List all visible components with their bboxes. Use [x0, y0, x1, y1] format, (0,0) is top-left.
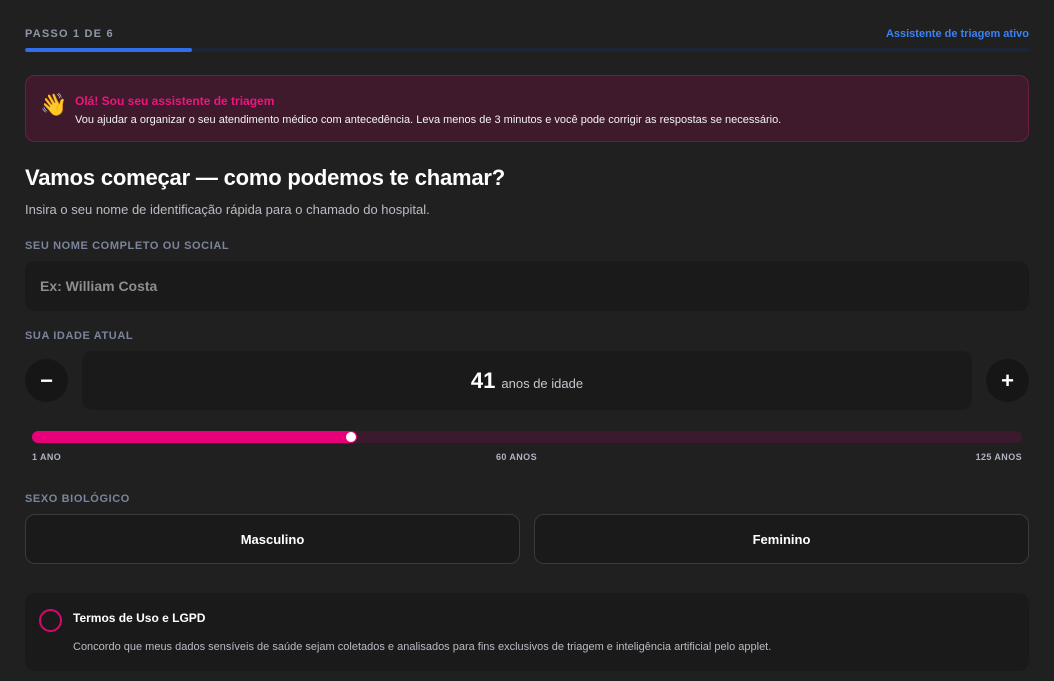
sex-option-feminino[interactable]: Feminino — [534, 514, 1029, 564]
sex-field-label: SEXO BIOLÓGICO — [25, 493, 130, 505]
assistant-status: Assistente de triagem ativo — [885, 28, 1029, 40]
progress-header: PASSO 1 DE 6 Assistente de triagem ativo — [25, 28, 1029, 40]
age-display: 41 anos de idade — [82, 351, 972, 410]
terms-card[interactable]: Termos de Uso e LGPD Concordo que meus d… — [25, 593, 1029, 671]
terms-text: Concordo que meus dados sensíveis de saú… — [73, 641, 772, 653]
sex-option-masculino[interactable]: Masculino — [25, 514, 520, 564]
alert-text: Vou ajudar a organizar o seu atendimento… — [75, 114, 782, 126]
age-unit: anos de idade — [501, 376, 584, 391]
age-slider-handle[interactable] — [346, 432, 356, 442]
decrement-age-button[interactable]: − — [25, 359, 68, 402]
progress-bar — [25, 48, 1029, 52]
slider-mid-label: 60 ANOS — [496, 452, 537, 462]
increment-age-button[interactable]: + — [986, 359, 1029, 402]
name-field-label: SEU NOME COMPLETO OU SOCIAL — [25, 240, 230, 252]
slider-min-label: 1 ANO — [32, 452, 62, 462]
name-input[interactable] — [25, 261, 1029, 311]
step-indicator: PASSO 1 DE 6 — [25, 28, 114, 40]
slider-max-label: 125 ANOS — [975, 452, 1022, 462]
alert-title: Olá! Sou seu assistente de triagem — [75, 94, 275, 108]
terms-checkbox[interactable] — [39, 609, 62, 632]
age-field-label: SUA IDADE ATUAL — [25, 330, 134, 342]
progress-bar-fill — [25, 48, 192, 52]
waving-hand-icon: 👋 — [40, 92, 68, 117]
age-slider-fill — [32, 431, 357, 443]
age-value: 41 — [470, 368, 496, 393]
page-subtitle: Insira o seu nome de identificação rápid… — [25, 202, 430, 217]
page-title: Vamos começar — como podemos te chamar? — [25, 165, 506, 190]
terms-title: Termos de Uso e LGPD — [73, 611, 206, 625]
age-slider[interactable] — [32, 431, 1022, 443]
welcome-alert: 👋 Olá! Sou seu assistente de triagem Vou… — [25, 75, 1029, 142]
